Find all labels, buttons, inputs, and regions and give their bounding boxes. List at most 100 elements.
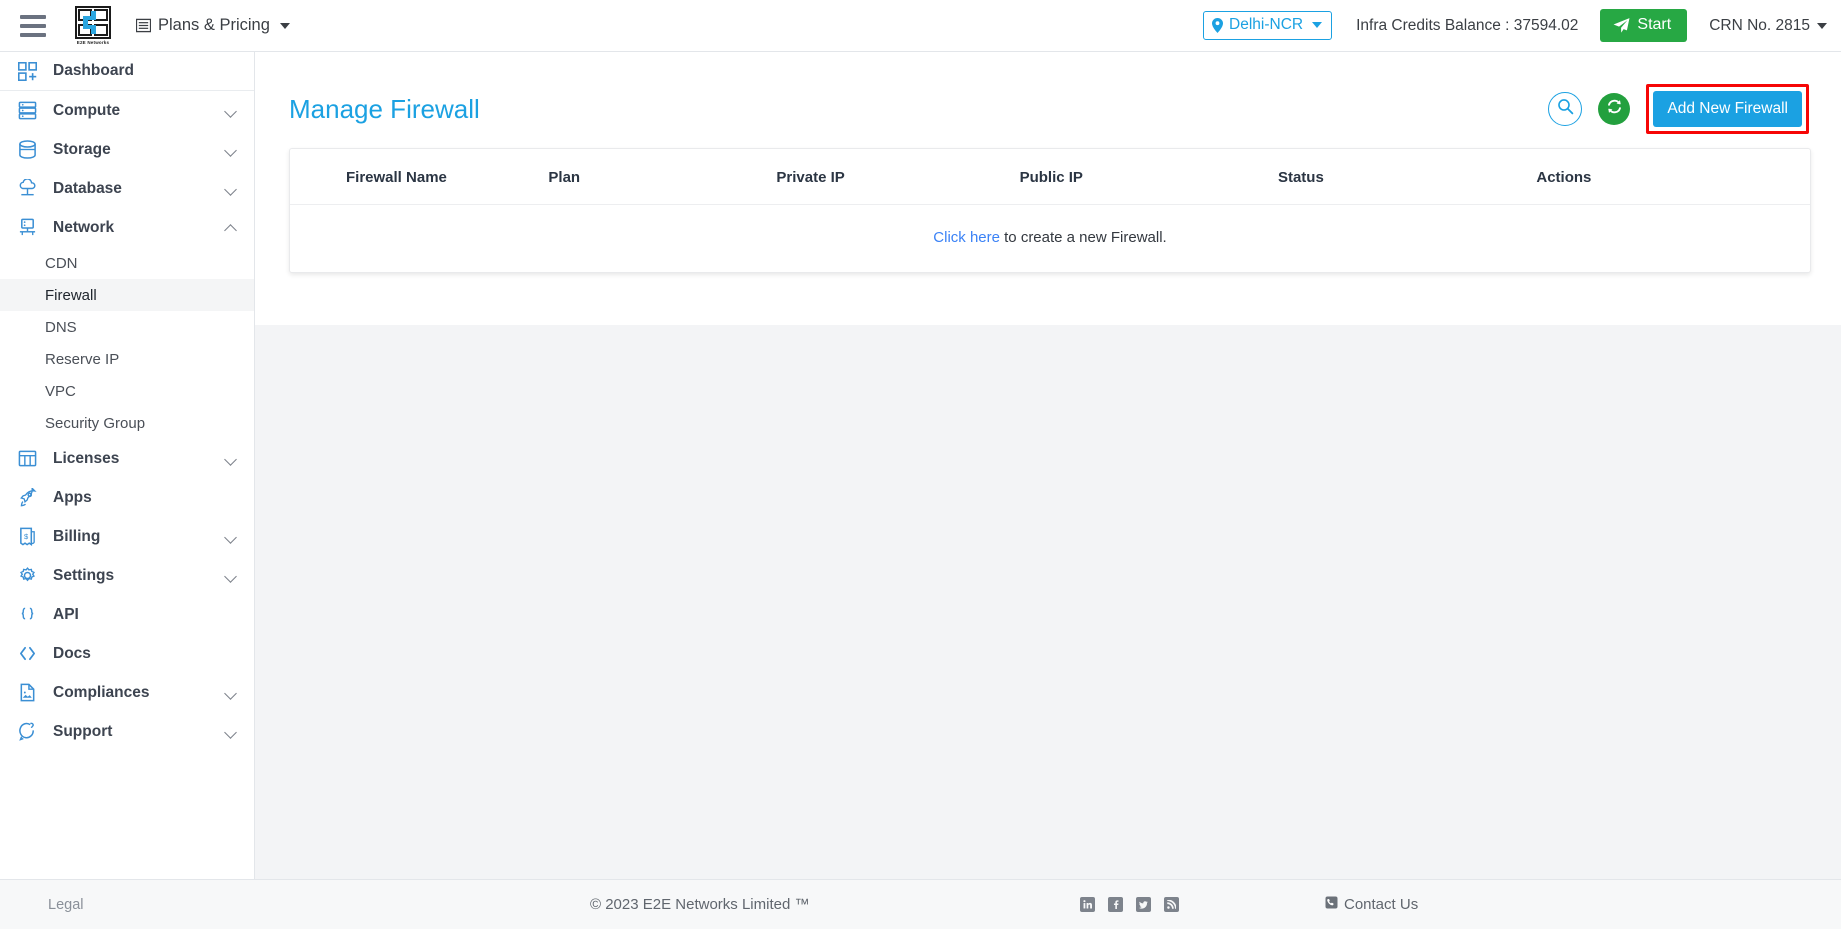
document-icon: [18, 683, 44, 702]
sidebar-subitem-label: Reserve IP: [45, 350, 120, 368]
rss-icon[interactable]: [1164, 897, 1179, 912]
column-header-private-ip: Private IP: [776, 149, 1020, 205]
page-header-actions: Add New Firewall: [1548, 84, 1811, 134]
firewall-table-card: Firewall Name Plan Private IP Public IP …: [289, 148, 1811, 273]
sidebar-item-label: Dashboard: [53, 62, 134, 79]
cloud-database-icon: [18, 179, 44, 198]
sidebar-item-docs[interactable]: Docs: [0, 634, 254, 673]
chevron-down-icon: [1312, 22, 1323, 28]
sidebar-subitem-vpc[interactable]: VPC: [0, 375, 254, 407]
footer-legal-link[interactable]: Legal: [0, 897, 255, 913]
page-title: Manage Firewall: [289, 93, 480, 124]
chevron-down-icon: [226, 183, 238, 195]
sidebar-item-support[interactable]: Support: [0, 712, 254, 751]
sidebar-item-label: Support: [53, 722, 113, 740]
top-bar-right: Delhi-NCR Infra Credits Balance : 37594.…: [1203, 9, 1827, 42]
hamburger-icon[interactable]: [16, 9, 50, 43]
sidebar-item-settings[interactable]: Settings: [0, 556, 254, 595]
footer-copyright: © 2023 E2E Networks Limited ™: [590, 896, 810, 913]
linkedin-icon[interactable]: [1080, 897, 1095, 912]
top-bar: E2E Networks Plans & Pricing Delhi-NCR I…: [0, 0, 1841, 52]
e2e-logo[interactable]: E2E Networks: [72, 4, 114, 48]
twitter-icon[interactable]: [1136, 897, 1151, 912]
firewall-table: Firewall Name Plan Private IP Public IP …: [290, 149, 1810, 272]
sidebar-item-label: Network: [53, 218, 115, 236]
column-header-public-ip: Public IP: [1019, 149, 1278, 205]
region-selector[interactable]: Delhi-NCR: [1203, 11, 1333, 40]
footer-social-links: [1080, 897, 1179, 912]
sidebar-item-dashboard[interactable]: Dashboard: [0, 52, 254, 91]
chevron-down-icon: [226, 144, 238, 156]
sidebar-item-database[interactable]: Database: [0, 169, 254, 208]
svg-text:$: $: [24, 532, 29, 541]
gear-icon: [18, 566, 44, 585]
create-firewall-link[interactable]: Click here: [933, 229, 1000, 246]
refresh-button[interactable]: [1598, 93, 1631, 125]
plans-and-pricing-label: Plans & Pricing: [158, 16, 270, 34]
sidebar-subitem-firewall[interactable]: Firewall: [0, 279, 254, 311]
sidebar-item-label: Apps: [53, 488, 92, 506]
start-button[interactable]: Start: [1600, 9, 1688, 42]
table-header: Firewall Name Plan Private IP Public IP …: [290, 149, 1810, 205]
search-button[interactable]: [1548, 92, 1583, 126]
chevron-down-icon: [1817, 22, 1827, 29]
add-new-firewall-highlight: Add New Firewall: [1646, 84, 1809, 134]
sidebar-item-apps[interactable]: Apps: [0, 478, 254, 517]
sidebar-item-compliances[interactable]: Compliances: [0, 673, 254, 712]
licenses-grid-icon: [18, 449, 44, 468]
sidebar-subitem-security-group[interactable]: Security Group: [0, 407, 254, 439]
sidebar-item-licenses[interactable]: Licenses: [0, 439, 254, 478]
sidebar-item-label: Billing: [53, 527, 101, 545]
sidebar: Dashboard Compute Storage Database Netwo…: [0, 52, 255, 879]
sidebar-subitem-cdn[interactable]: CDN: [0, 247, 254, 279]
column-header-status: Status: [1277, 149, 1537, 205]
sidebar-subitem-dns[interactable]: DNS: [0, 311, 254, 343]
chevron-down-icon: [226, 531, 238, 543]
sidebar-item-compute[interactable]: Compute: [0, 91, 254, 130]
footer: Legal © 2023 E2E Networks Limited ™ Cont…: [0, 879, 1841, 929]
sidebar-subitem-label: Security Group: [45, 414, 146, 432]
contact-us-link[interactable]: Contact Us: [1325, 896, 1418, 913]
chevron-down-icon: [226, 687, 238, 699]
invoice-dollar-icon: $: [18, 527, 44, 546]
page-header: Manage Firewall Add New Firewall: [273, 74, 1811, 148]
server-icon: [18, 101, 44, 120]
support-chat-icon: [18, 722, 44, 741]
region-label: Delhi-NCR: [1229, 16, 1304, 33]
refresh-icon: [1606, 98, 1623, 120]
sidebar-item-label: Compliances: [53, 683, 150, 701]
table-header-row: Firewall Name Plan Private IP Public IP …: [290, 149, 1810, 205]
dashboard-icon: [18, 61, 44, 81]
sidebar-subitem-label: DNS: [45, 318, 77, 336]
body-area: Dashboard Compute Storage Database Netwo…: [0, 52, 1841, 879]
sidebar-subitem-label: Firewall: [45, 286, 97, 304]
chevron-down-icon: [226, 105, 238, 117]
sidebar-item-label: Storage: [53, 140, 111, 158]
location-pin-icon: [1212, 17, 1224, 33]
main-content: Manage Firewall Add New Firewall Firewal…: [255, 52, 1841, 879]
chevron-down-icon: [226, 453, 238, 465]
add-new-firewall-button[interactable]: Add New Firewall: [1653, 91, 1802, 127]
database-disk-icon: [18, 140, 44, 159]
sidebar-item-label: Settings: [53, 566, 115, 584]
sidebar-item-label: Database: [53, 179, 122, 197]
infra-credits-balance: Infra Credits Balance : 37594.02: [1356, 16, 1579, 34]
crn-menu[interactable]: CRN No. 2815: [1709, 17, 1827, 35]
sidebar-item-billing[interactable]: $ Billing: [0, 517, 254, 556]
column-header-plan: Plan: [548, 149, 777, 205]
rocket-icon: [18, 488, 44, 507]
table-body: Click here to create a new Firewall.: [290, 205, 1810, 273]
sidebar-subitem-reserve-ip[interactable]: Reserve IP: [0, 343, 254, 375]
logo-mark-icon: [75, 6, 111, 39]
sidebar-item-storage[interactable]: Storage: [0, 130, 254, 169]
column-header-actions: Actions: [1536, 149, 1810, 205]
sidebar-item-api[interactable]: API: [0, 595, 254, 634]
empty-state-rest: to create a new Firewall.: [999, 229, 1167, 246]
plans-and-pricing-menu[interactable]: Plans & Pricing: [136, 16, 290, 35]
chevron-down-icon: [279, 22, 290, 29]
sidebar-subitem-label: VPC: [45, 382, 76, 400]
facebook-icon[interactable]: [1108, 897, 1123, 912]
sidebar-item-label: Licenses: [53, 449, 120, 467]
sidebar-item-label: API: [53, 605, 79, 623]
sidebar-item-network[interactable]: Network: [0, 208, 254, 247]
